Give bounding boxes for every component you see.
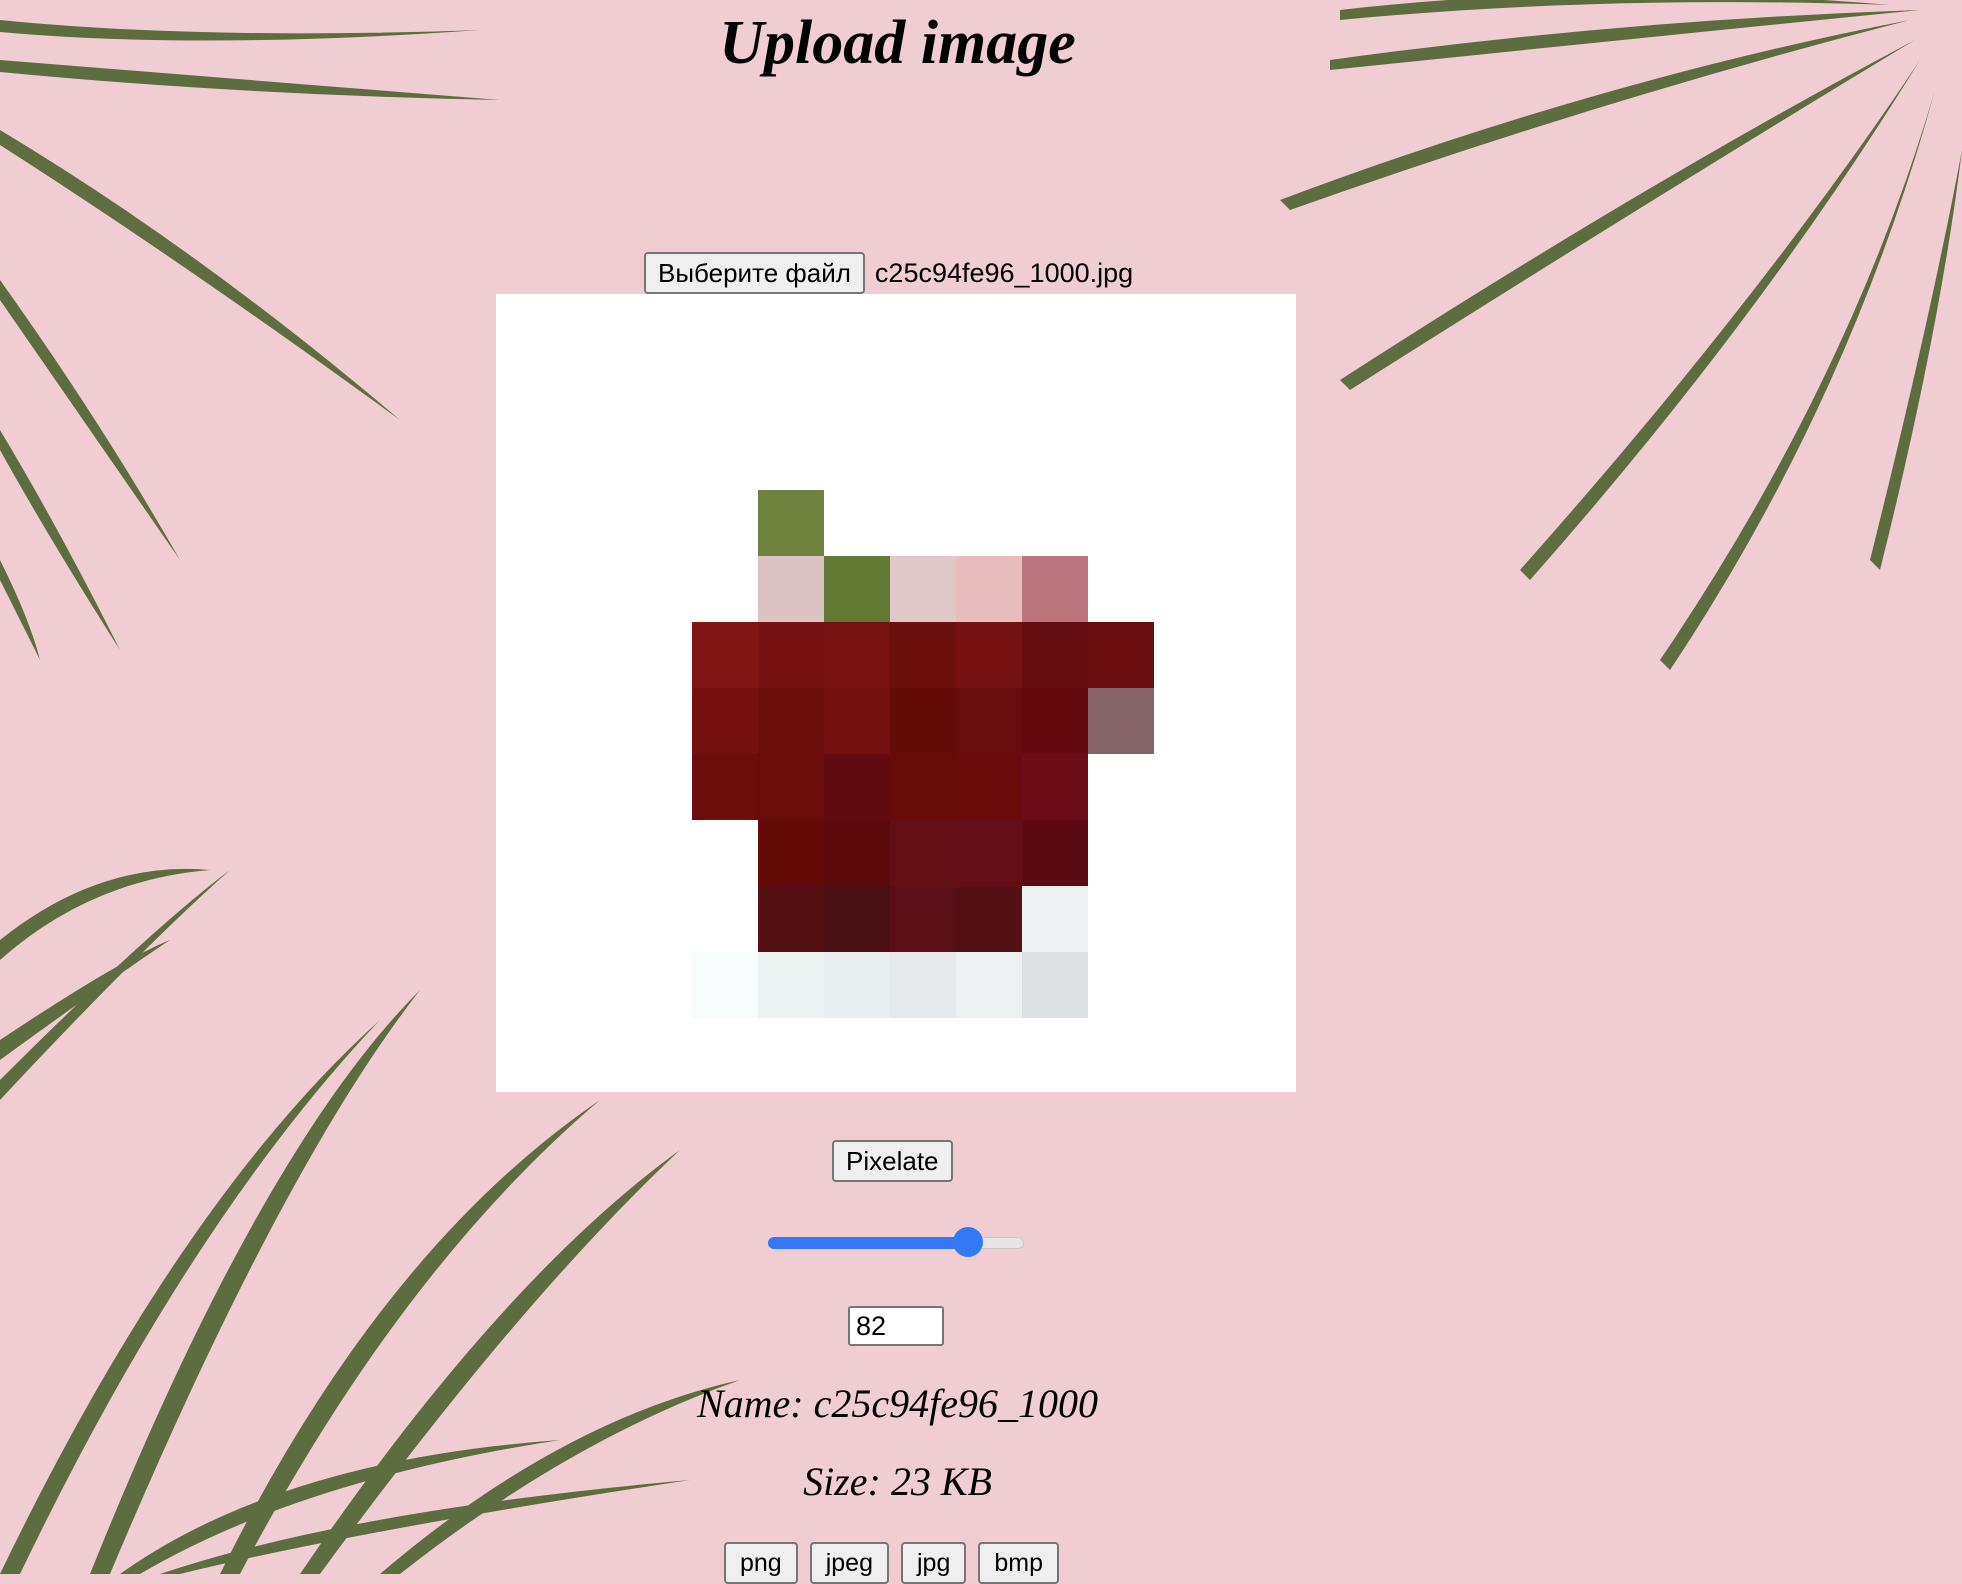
pixel-cell xyxy=(824,820,890,886)
pixel-cell xyxy=(1088,688,1154,754)
pixel-cell xyxy=(956,688,1022,754)
pixel-cell xyxy=(824,556,890,622)
pixel-cell xyxy=(824,886,890,952)
pixel-cell xyxy=(890,886,956,952)
choose-file-button[interactable]: Выберите файл xyxy=(644,252,865,294)
pixel-cell xyxy=(1022,886,1088,952)
pixel-cell xyxy=(956,886,1022,952)
pixel-cell xyxy=(824,754,890,820)
pixel-size-input[interactable] xyxy=(848,1306,944,1346)
pixelated-image-canvas xyxy=(496,294,1296,1092)
pixel-cell xyxy=(956,754,1022,820)
pixel-cell xyxy=(758,556,824,622)
format-button-jpeg[interactable]: jpeg xyxy=(809,1542,889,1584)
pixel-cell xyxy=(758,754,824,820)
pixel-cell xyxy=(1022,952,1088,1018)
pixel-cell xyxy=(692,688,758,754)
format-button-png[interactable]: png xyxy=(724,1542,798,1584)
format-buttons: png jpeg jpg bmp xyxy=(724,1542,1059,1584)
slider-thumb[interactable] xyxy=(952,1227,983,1257)
pixelate-button[interactable]: Pixelate xyxy=(832,1140,953,1182)
slider-fill xyxy=(768,1237,968,1249)
pixel-cell xyxy=(1088,622,1154,688)
pixel-cell xyxy=(890,622,956,688)
pixel-cell xyxy=(824,688,890,754)
pixel-cell xyxy=(824,622,890,688)
pixel-cell xyxy=(956,820,1022,886)
pixel-cell xyxy=(956,622,1022,688)
pixel-cell xyxy=(890,754,956,820)
pixel-size-slider[interactable] xyxy=(768,1227,1024,1257)
pixel-cell xyxy=(758,622,824,688)
pixel-cell xyxy=(692,952,758,1018)
pixel-cell xyxy=(758,820,824,886)
pixel-cell xyxy=(890,952,956,1018)
pixel-cell xyxy=(758,952,824,1018)
pixel-cell xyxy=(1022,622,1088,688)
image-name-label: Name: c25c94fe96_1000 xyxy=(696,1381,1098,1426)
format-button-jpg[interactable]: jpg xyxy=(900,1542,967,1584)
pixel-cell xyxy=(890,820,956,886)
pixel-cell xyxy=(890,556,956,622)
pixel-cell xyxy=(692,622,758,688)
pixel-cell xyxy=(1022,820,1088,886)
pixel-cell xyxy=(758,886,824,952)
pixel-cell xyxy=(1022,688,1088,754)
image-size-label: Size: 23 KB xyxy=(803,1459,992,1504)
pixel-cell xyxy=(824,952,890,1018)
file-input[interactable]: Выберите файл c25c94fe96_1000.jpg xyxy=(644,252,1133,294)
pixel-cell xyxy=(890,688,956,754)
pixel-cell xyxy=(1022,754,1088,820)
pixel-cell xyxy=(692,754,758,820)
page-title: Upload image xyxy=(719,9,1076,77)
pixel-cell xyxy=(1022,556,1088,622)
pixel-cell xyxy=(758,490,824,556)
pixel-cell xyxy=(956,952,1022,1018)
format-button-bmp[interactable]: bmp xyxy=(978,1542,1059,1584)
selected-file-name: c25c94fe96_1000.jpg xyxy=(874,257,1134,288)
pixel-cell xyxy=(956,556,1022,622)
pixel-cell xyxy=(758,688,824,754)
